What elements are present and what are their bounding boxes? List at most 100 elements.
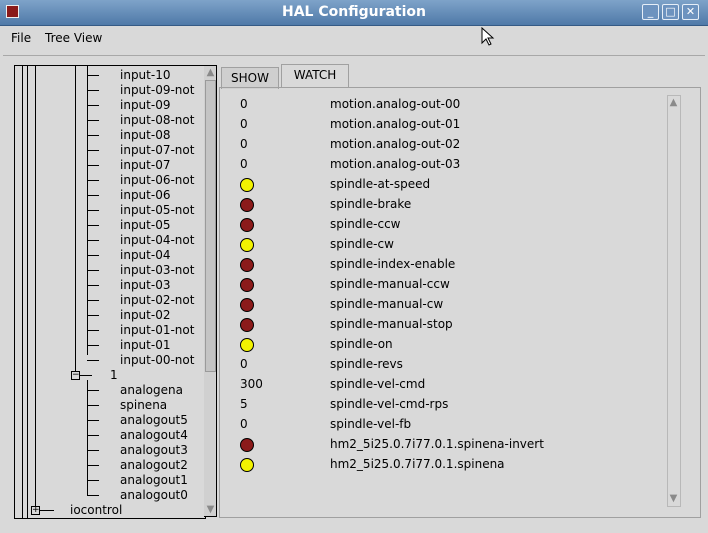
tree-branch-line: [87, 135, 99, 136]
minimize-button[interactable]: _: [642, 4, 659, 20]
watch-signal-name: spindle-index-enable: [330, 257, 456, 271]
led-off-indicator: [240, 318, 254, 332]
tree-item[interactable]: input-06-not: [120, 173, 194, 188]
tree-item[interactable]: input-03-not: [120, 263, 194, 278]
mouse-cursor-icon: [481, 27, 495, 46]
tree-branch-line: [80, 375, 92, 376]
tree-branch-line: [87, 450, 99, 451]
tree-item[interactable]: input-10: [120, 68, 170, 83]
menu-bar: File Tree View: [0, 26, 708, 52]
watch-signal-name: spindle-cw: [330, 237, 394, 251]
tree-item[interactable]: input-00-not: [120, 353, 194, 368]
tree-item[interactable]: analogout5: [120, 413, 188, 428]
watch-value: 0: [240, 157, 248, 171]
tree-item[interactable]: input-08-not: [120, 113, 194, 128]
tree-guide-line: [87, 380, 88, 495]
tree-item[interactable]: input-01: [120, 338, 170, 353]
watch-value: 0: [240, 357, 248, 371]
expand-icon[interactable]: +: [31, 506, 40, 515]
tree-item[interactable]: input-08: [120, 128, 170, 143]
tree-scrollbar[interactable]: ▲ ▼: [204, 65, 217, 517]
tree-branch-line: [87, 345, 99, 346]
tree-scroll-thumb[interactable]: [205, 80, 216, 372]
tree-item[interactable]: input-06: [120, 188, 170, 203]
tree-branch-line: [87, 165, 99, 166]
tree-branch-line: [87, 150, 99, 151]
watch-signal-name: hm2_5i25.0.7i77.0.1.spinena-invert: [330, 437, 544, 451]
watch-signal-name: spindle-vel-cmd-rps: [330, 397, 449, 411]
tree-branch-line: [87, 405, 99, 406]
tree-item[interactable]: input-09-not: [120, 83, 194, 98]
tree-guide-line: [22, 66, 23, 518]
tree-item[interactable]: analogout1: [120, 473, 188, 488]
watch-signal-name: hm2_5i25.0.7i77.0.1.spinena: [330, 457, 505, 471]
tree-item[interactable]: analogena: [120, 383, 183, 398]
watch-signal-name: spindle-at-speed: [330, 177, 431, 191]
tree-item-iocontrol[interactable]: iocontrol: [70, 503, 122, 518]
led-on-indicator: [240, 238, 254, 252]
tree-branch-line: [87, 270, 99, 271]
tree-guide-line: [75, 66, 76, 372]
tree-branch-line: [87, 240, 99, 241]
tree-branch-line: [87, 225, 99, 226]
led-on-indicator: [240, 458, 254, 472]
watch-signal-name: spindle-manual-cw: [330, 297, 444, 311]
scroll-up-icon[interactable]: ▲: [668, 97, 679, 109]
menu-file[interactable]: File: [11, 31, 31, 45]
watch-signal-name: spindle-manual-stop: [330, 317, 453, 331]
maximize-button[interactable]: □: [662, 4, 679, 20]
close-button[interactable]: ✕: [682, 4, 699, 20]
tree-branch-line: [87, 420, 99, 421]
watch-signal-name: motion.analog-out-01: [330, 117, 461, 131]
tab-show[interactable]: SHOW: [221, 67, 279, 89]
hal-tree[interactable]: input-10 input-09-not input-09 input-08-not…: [14, 65, 206, 519]
tree-branch-line: [87, 210, 99, 211]
watch-signal-name: spindle-revs: [330, 357, 403, 371]
tab-watch[interactable]: WATCH: [281, 64, 349, 88]
tree-branch-line: [87, 480, 99, 481]
watch-value: 5: [240, 397, 248, 411]
scroll-down-icon[interactable]: ▼: [668, 493, 679, 505]
scroll-down-icon[interactable]: ▼: [205, 504, 216, 516]
tree-item[interactable]: spinena: [120, 398, 167, 413]
watch-value: 0: [240, 417, 248, 431]
watch-value: 0: [240, 137, 248, 151]
scroll-up-icon[interactable]: ▲: [205, 67, 216, 79]
tree-item[interactable]: analogout0: [120, 488, 188, 503]
tree-branch-line: [87, 435, 99, 436]
tree-branch-line: [87, 285, 99, 286]
tree-branch-line: [87, 90, 99, 91]
tree-item[interactable]: input-05-not: [120, 203, 194, 218]
tree-item[interactable]: input-04-not: [120, 233, 194, 248]
menu-tree-view[interactable]: Tree View: [45, 31, 102, 45]
tree-item[interactable]: analogout2: [120, 458, 188, 473]
watch-scrollbar[interactable]: ▲ ▼: [667, 95, 681, 507]
tree-guide-line: [35, 66, 36, 510]
tree-item[interactable]: analogout4: [120, 428, 188, 443]
led-off-indicator: [240, 278, 254, 292]
tree-branch-line: [87, 330, 99, 331]
tree-item[interactable]: input-03: [120, 278, 170, 293]
led-off-indicator: [240, 298, 254, 312]
tree-group-label[interactable]: 1: [110, 368, 118, 383]
tree-item[interactable]: input-02: [120, 308, 170, 323]
tree-item[interactable]: input-01-not: [120, 323, 194, 338]
watch-signal-name: spindle-manual-ccw: [330, 277, 450, 291]
watch-value: 300: [240, 377, 263, 391]
tree-item[interactable]: input-09: [120, 98, 170, 113]
watch-signal-name: spindle-ccw: [330, 217, 401, 231]
tree-item[interactable]: input-05: [120, 218, 170, 233]
tree-item[interactable]: input-02-not: [120, 293, 194, 308]
tree-item[interactable]: input-04: [120, 248, 170, 263]
watch-signal-name: motion.analog-out-02: [330, 137, 461, 151]
tree-item[interactable]: input-07-not: [120, 143, 194, 158]
tree-item[interactable]: analogout3: [120, 443, 188, 458]
tree-branch-line: [87, 180, 99, 181]
led-off-indicator: [240, 438, 254, 452]
collapse-icon[interactable]: −: [71, 371, 80, 380]
led-off-indicator: [240, 198, 254, 212]
watch-signal-name: spindle-brake: [330, 197, 412, 211]
tree-branch-line: [40, 510, 54, 511]
tree-branch-line: [87, 105, 99, 106]
tree-item[interactable]: input-07: [120, 158, 170, 173]
